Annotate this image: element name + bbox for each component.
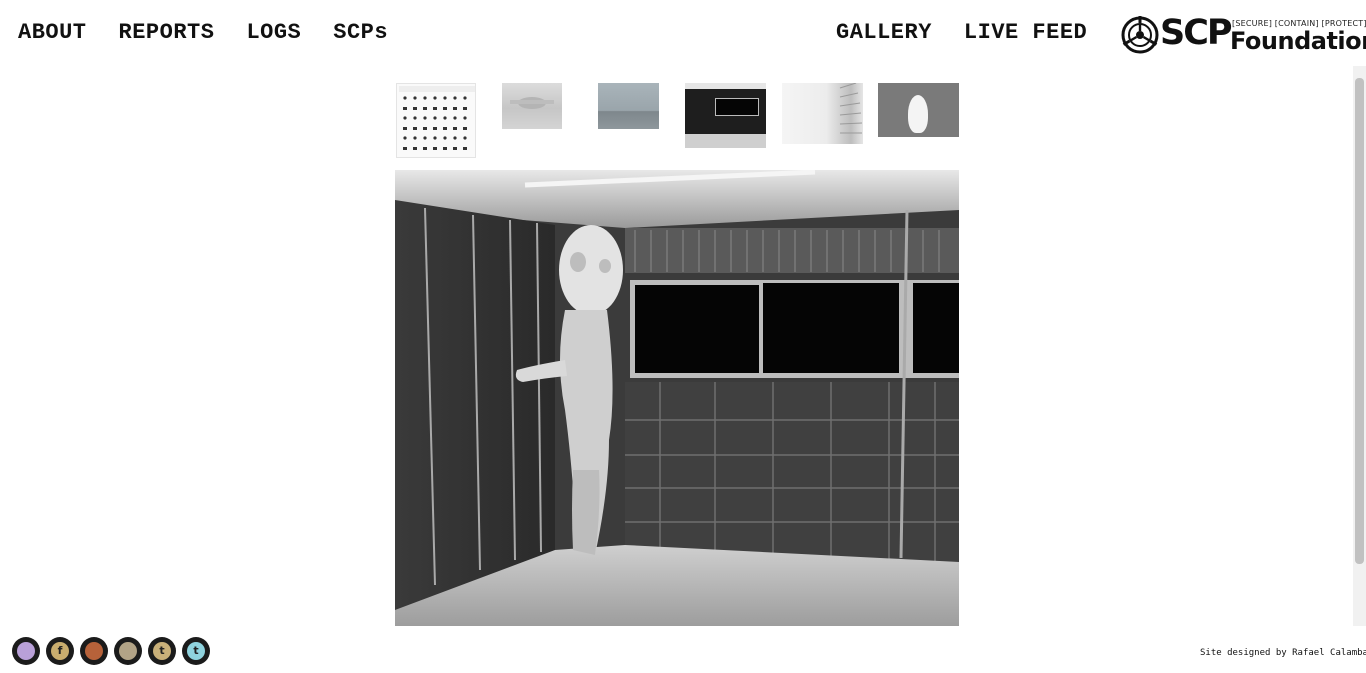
thumb-floor bbox=[685, 134, 766, 148]
facebook-icon: f bbox=[51, 642, 69, 660]
symbols-chart-thumbnail-icon bbox=[399, 86, 475, 150]
wikidot-link[interactable] bbox=[12, 637, 40, 665]
logo-wordmark: SCP bbox=[1160, 13, 1233, 53]
wikidot-icon bbox=[17, 642, 35, 660]
scp-seal-icon bbox=[1121, 16, 1159, 54]
logo-subtitle: Foundation bbox=[1230, 27, 1366, 55]
nav-logs-link[interactable]: LOGS bbox=[246, 20, 301, 46]
nav-reports-link[interactable]: REPORTS bbox=[119, 20, 215, 46]
gallery-thumbnail-3[interactable] bbox=[598, 83, 659, 129]
site-credit: Site designed by Rafael Calamba bbox=[1200, 648, 1366, 658]
sea-horizon-thumbnail-icon bbox=[598, 83, 659, 129]
bright-corridor-thumbnail-icon bbox=[839, 83, 863, 134]
thumb-white-figure bbox=[908, 95, 928, 133]
social-links: f t t bbox=[12, 637, 216, 665]
gallery-thumbnail-5[interactable] bbox=[782, 83, 863, 144]
page-scrollbar[interactable] bbox=[1353, 66, 1366, 626]
scp-173-containment-room-image-icon bbox=[395, 170, 959, 626]
main-nav-right: GALLERY LIVE FEED bbox=[836, 20, 1119, 46]
blogger-icon bbox=[85, 642, 103, 660]
scp-foundation-logo[interactable]: SCP [SECURE] [CONTAIN] [PROTECT] Foundat… bbox=[1120, 13, 1366, 55]
thumb-window bbox=[715, 98, 759, 116]
nav-gallery-link[interactable]: GALLERY bbox=[836, 20, 932, 46]
facebook-link[interactable]: f bbox=[46, 637, 74, 665]
tumblr-icon: t bbox=[153, 642, 171, 660]
nav-live-feed-link[interactable]: LIVE FEED bbox=[964, 20, 1087, 46]
twitter-icon: t bbox=[187, 642, 205, 660]
tumblr-link[interactable]: t bbox=[148, 637, 176, 665]
gallery-thumbnail-6[interactable] bbox=[878, 83, 959, 137]
nav-scps-link[interactable]: SCPs bbox=[333, 20, 388, 46]
gallery-main-image bbox=[395, 170, 959, 626]
gallery-thumbnail-4-selected[interactable] bbox=[685, 83, 766, 148]
twitter-link[interactable]: t bbox=[182, 637, 210, 665]
blogger-link[interactable] bbox=[80, 637, 108, 665]
faded-logo-thumbnail-icon bbox=[510, 97, 554, 109]
nav-about-link[interactable]: ABOUT bbox=[18, 20, 87, 46]
gallery-thumbnail-1[interactable] bbox=[396, 83, 476, 158]
scrollbar-thumb[interactable] bbox=[1355, 78, 1364, 564]
steam-link[interactable] bbox=[114, 637, 142, 665]
main-nav-left: ABOUT REPORTS LOGS SCPs bbox=[18, 20, 420, 46]
gallery-thumbnail-2[interactable] bbox=[502, 83, 562, 129]
steam-icon bbox=[119, 642, 137, 660]
thumb-ceiling bbox=[685, 83, 766, 89]
